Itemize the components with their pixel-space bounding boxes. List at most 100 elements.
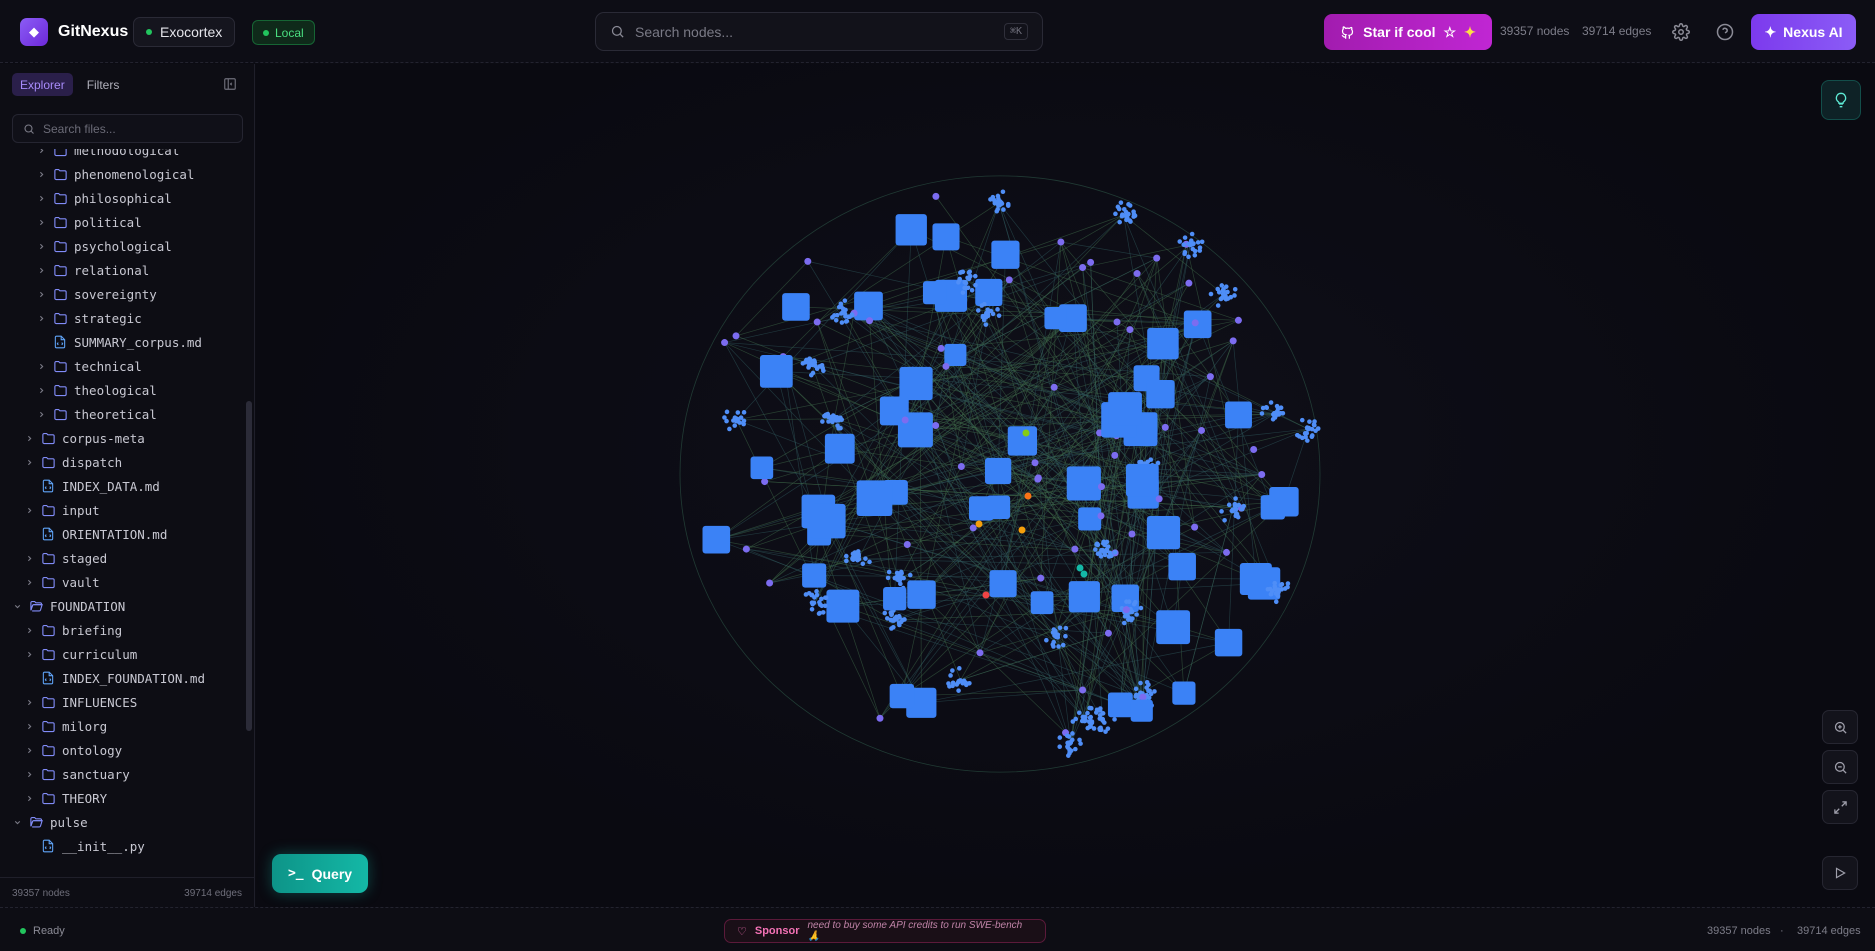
graph-cluster-node[interactable] (1146, 379, 1175, 409)
graph-node[interactable] (1128, 219, 1133, 224)
tree-file[interactable]: INDEX_DATA.md (24, 476, 160, 496)
graph-node[interactable] (1223, 548, 1231, 556)
graph-cluster-node[interactable] (968, 496, 994, 521)
graph-node[interactable] (1076, 710, 1082, 716)
graph-node[interactable] (809, 372, 814, 378)
graph-node[interactable] (1083, 718, 1088, 723)
play-layout-button[interactable] (1822, 856, 1858, 890)
tree-folder[interactable]: sanctuary (24, 764, 130, 784)
graph-node[interactable] (807, 356, 812, 361)
graph-node[interactable] (937, 344, 945, 352)
graph-node[interactable] (1250, 446, 1258, 454)
graph-cluster-node[interactable] (932, 223, 960, 251)
graph-node[interactable] (1233, 496, 1238, 501)
graph-node[interactable] (994, 208, 1000, 214)
graph-node[interactable] (957, 666, 962, 671)
graph-node[interactable] (1188, 240, 1194, 245)
graph-node[interactable] (1133, 694, 1139, 699)
graph-node[interactable] (996, 200, 1002, 206)
graph-node[interactable] (1122, 606, 1130, 614)
graph-node[interactable] (957, 462, 965, 470)
graph-node[interactable] (843, 553, 849, 559)
node-search-input[interactable] (635, 23, 994, 40)
graph-node[interactable] (1137, 459, 1142, 465)
graph-node[interactable] (1198, 426, 1206, 434)
graph-node[interactable] (727, 426, 732, 432)
sponsor-banner[interactable]: ♡ Sponsor need to buy some API credits t… (724, 919, 1046, 943)
graph-node[interactable] (1104, 629, 1112, 637)
graph-node[interactable] (1199, 239, 1205, 245)
graph-node[interactable] (814, 589, 819, 594)
graph-node[interactable] (721, 339, 729, 347)
graph-cluster-node[interactable] (1030, 591, 1054, 615)
graph-node[interactable] (1275, 406, 1281, 412)
graph-cluster-node[interactable] (826, 589, 860, 623)
graph-node[interactable] (967, 269, 973, 274)
graph-node[interactable] (722, 415, 727, 420)
graph-node[interactable] (1307, 419, 1312, 424)
graph-node[interactable] (1000, 189, 1006, 195)
graph-node[interactable] (980, 313, 986, 319)
graph-node[interactable] (1097, 726, 1103, 731)
star-button[interactable]: Star if cool ☆ ✦ (1324, 14, 1492, 50)
graph-node[interactable] (1097, 512, 1105, 520)
tree-folder[interactable]: vault (24, 572, 100, 592)
graph-node[interactable] (885, 575, 891, 581)
graph-node[interactable] (814, 366, 820, 372)
tree-file[interactable]: SUMMARY_corpus.md (36, 332, 202, 352)
tree-folder[interactable]: ontology (24, 740, 122, 760)
tree-folder[interactable]: milorg (24, 716, 107, 736)
graph-node[interactable] (1222, 517, 1227, 523)
graph-node[interactable] (1093, 547, 1098, 552)
graph-node[interactable] (948, 673, 953, 678)
graph-node[interactable] (816, 611, 822, 616)
graph-node[interactable] (1094, 710, 1099, 715)
graph-cluster-node[interactable] (1147, 327, 1179, 360)
graph-node[interactable] (1258, 470, 1266, 478)
graph-node[interactable] (822, 603, 828, 609)
graph-node[interactable] (860, 561, 866, 567)
graph-cluster-node[interactable] (1156, 610, 1191, 645)
tree-folder[interactable]: dispatch (24, 452, 122, 472)
graph-cluster-node[interactable] (1107, 692, 1133, 718)
graph-node[interactable] (823, 595, 828, 600)
graph-cluster-node[interactable] (1146, 516, 1181, 550)
graph-cluster-node[interactable] (1066, 466, 1101, 501)
graph-node[interactable] (820, 419, 825, 424)
graph-cluster-node[interactable] (991, 240, 1020, 269)
graph-node[interactable] (1226, 502, 1232, 508)
graph-node[interactable] (942, 362, 950, 370)
graph-node[interactable] (1138, 605, 1144, 611)
tree-folder[interactable]: corpus-meta (24, 428, 145, 448)
hint-button[interactable] (1821, 80, 1861, 120)
zoom-in-button[interactable] (1822, 710, 1858, 744)
graph-node[interactable] (1218, 296, 1224, 302)
graph-node[interactable] (1304, 426, 1310, 431)
graph-node[interactable] (956, 688, 961, 693)
graph-node[interactable] (1111, 451, 1119, 459)
graph-node[interactable] (1112, 717, 1117, 722)
graph-node[interactable] (1087, 715, 1093, 721)
graph-node[interactable] (1234, 316, 1242, 324)
tree-folder[interactable]: theoretical (36, 404, 157, 424)
graph-cluster-node[interactable] (984, 457, 1012, 485)
graph-node[interactable] (984, 313, 990, 319)
tree-folder[interactable]: THEORY (24, 788, 107, 808)
knowledge-graph[interactable] (256, 64, 1875, 907)
tree-folder[interactable]: staged (24, 548, 107, 568)
graph-node[interactable] (1120, 212, 1125, 217)
graph-node[interactable] (1073, 746, 1078, 752)
graph-node[interactable] (972, 273, 978, 279)
graph-node[interactable] (1275, 593, 1281, 599)
graph-node[interactable] (741, 421, 746, 427)
graph-node[interactable] (1097, 483, 1105, 491)
graph-node[interactable] (1031, 459, 1039, 467)
graph-node[interactable] (1312, 419, 1317, 424)
graph-node[interactable] (1276, 589, 1281, 595)
graph-node[interactable] (1264, 404, 1269, 410)
tree-folder[interactable]: INFLUENCES (24, 692, 137, 712)
graph-node[interactable] (1133, 599, 1138, 605)
graph-node[interactable] (1269, 588, 1275, 594)
graph-node[interactable] (1057, 238, 1065, 246)
graph-node[interactable] (1131, 214, 1136, 219)
